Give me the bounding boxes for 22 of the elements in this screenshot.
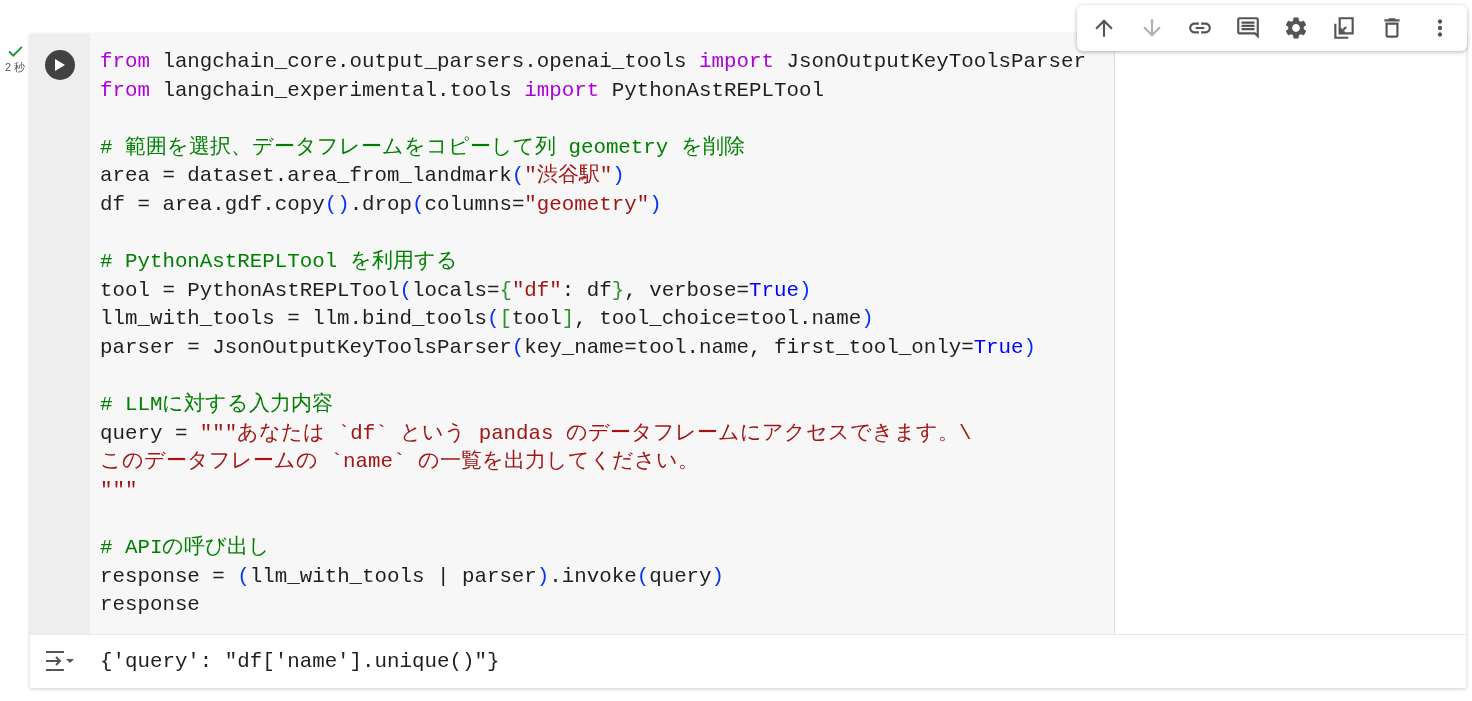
code-line: from langchain_core.output_parsers.openai_tools import JsonOutputKeyToolsParser (100, 49, 1087, 75)
code-line: tool = PythonAstREPLTool(locals={"df": df}, verbose=True) (100, 277, 813, 304)
code-line: response (100, 592, 201, 619)
output-toggle-icon[interactable] (44, 649, 76, 674)
code-line: from langchain_experimental.tools import PythonAstREPLTool (100, 77, 825, 104)
output-text: {'query': "df['name'].unique()"} (99, 648, 500, 675)
code-editor[interactable] (90, 34, 1114, 634)
code-line: # APIの呼び出し (100, 534, 272, 562)
code-line: area = dataset.area_from_landmark("渋谷駅") (100, 162, 626, 190)
code-line: response = (llm_with_tools | parser).invoke(query) (100, 563, 726, 590)
code-line: # LLMに対する入力内容 (100, 391, 335, 419)
code-line: query = """あなたは `df` という pandas のデータフレームにアクセスできます。\ (100, 420, 973, 447)
code-line: df = area.gdf.copy().drop(columns="geometry") (100, 191, 663, 218)
execution-time: 2 秒 (4, 60, 26, 75)
code-line: parser = JsonOutputKeyToolsParser(key_name=tool.name, first_tool_only=True) (100, 334, 1038, 361)
code-line: """ (100, 477, 139, 504)
code-line: # PythonAstREPLTool を利用する (100, 249, 459, 276)
play-icon (55, 59, 65, 71)
code-line: # 範囲を選択、データフレームをコピーして列 geometry を削除 (100, 134, 746, 161)
code-line: llm_with_tools = llm.bind_tools([tool], tool_choice=tool.name) (100, 306, 875, 333)
run-button[interactable] (45, 50, 75, 80)
code-line: このデータフレームの `name` の一覧を出力してください。 (100, 448, 700, 476)
